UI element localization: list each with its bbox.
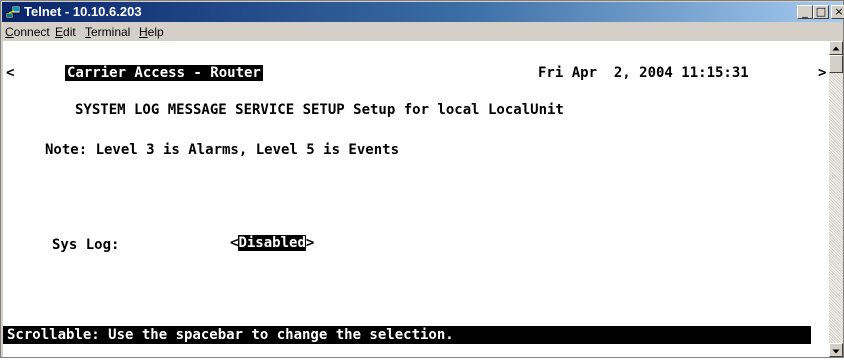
syslog-field[interactable]: <Disabled> <box>230 235 314 251</box>
menu-help[interactable]: Help <box>139 25 164 39</box>
menu-terminal[interactable]: Terminal <box>85 25 130 39</box>
maximize-icon: □ <box>815 5 827 18</box>
scroll-thumb[interactable] <box>829 55 843 73</box>
vertical-scrollbar[interactable] <box>829 41 843 357</box>
level-note: Note: Level 3 is Alarms, Level 5 is Even… <box>45 142 400 158</box>
minimize-icon: _ <box>802 5 808 18</box>
screen-title: SYSTEM LOG MESSAGE SERVICE SETUP Setup f… <box>75 102 564 118</box>
menu-bar: Connect Edit Terminal Help <box>2 22 842 41</box>
status-bar: Scrollable: Use the spacebar to change t… <box>3 326 811 344</box>
scroll-up-arrow-icon <box>832 46 840 51</box>
close-icon: × <box>834 5 844 18</box>
telnet-window: Telnet - 10.10.6.203 _ □ × Connect Edit … <box>0 0 844 358</box>
syslog-value[interactable]: Disabled <box>238 235 306 251</box>
scroll-down-arrow-icon <box>832 349 840 354</box>
datetime: Fri Apr 2, 2004 11:15:31 <box>538 65 749 81</box>
close-button[interactable]: × <box>831 5 844 19</box>
window-title: Telnet - 10.10.6.203 <box>24 4 142 19</box>
telnet-computer-icon[interactable] <box>5 5 21 19</box>
terminal-screen[interactable]: < Carrier Access - Router Fri Apr 2, 200… <box>3 41 829 357</box>
maximize-button[interactable]: □ <box>813 5 829 19</box>
scroll-up-button[interactable] <box>829 41 843 55</box>
scroll-down-button[interactable] <box>829 343 843 357</box>
menu-connect[interactable]: Connect <box>5 25 50 39</box>
status-message: Scrollable: Use the spacebar to change t… <box>7 327 454 343</box>
title-bar[interactable]: Telnet - 10.10.6.203 _ □ × <box>2 2 844 22</box>
syslog-label: Sys Log: <box>52 237 120 253</box>
right-scroll-marker: > <box>818 65 827 81</box>
header-title: Carrier Access - Router <box>65 65 263 81</box>
left-scroll-marker: < <box>6 65 15 81</box>
menu-edit[interactable]: Edit <box>55 25 76 39</box>
minimize-button[interactable]: _ <box>797 5 813 19</box>
